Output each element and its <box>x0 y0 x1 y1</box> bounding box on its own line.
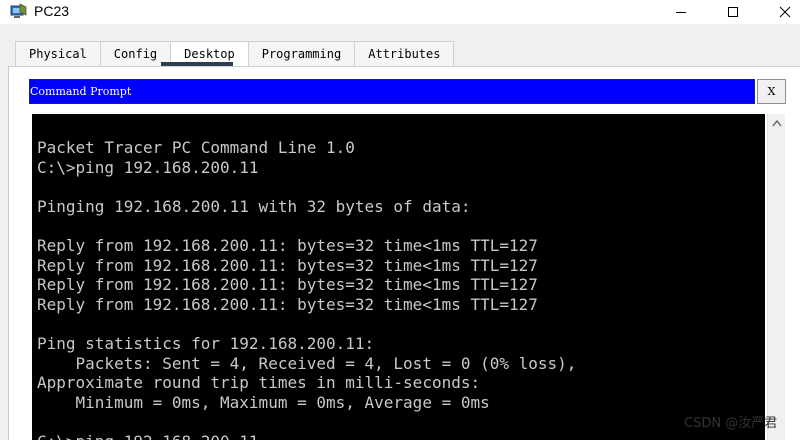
packet-tracer-pc-icon <box>10 3 27 18</box>
console-output[interactable]: Packet Tracer PC Command Line 1.0 C:\>pi… <box>32 114 765 440</box>
tab-programming[interactable]: Programming <box>248 41 356 66</box>
maximize-icon <box>728 7 738 17</box>
window-title: PC23 <box>34 3 70 19</box>
command-prompt-close-button[interactable]: X <box>757 79 786 104</box>
console-line: Reply from 192.168.200.11: bytes=32 time… <box>37 255 538 275</box>
console-line: Reply from 192.168.200.11: bytes=32 time… <box>37 235 538 255</box>
console-scrollbar[interactable] <box>767 114 785 440</box>
tab-attributes[interactable]: Attributes <box>355 41 455 66</box>
console-line: Packets: Sent = 4, Received = 4, Lost = … <box>37 353 577 373</box>
command-prompt-title: Command Prompt <box>30 85 132 98</box>
console-line: Minimum = 0ms, Maximum = 0ms, Average = … <box>37 392 490 412</box>
console-line: Ping statistics for 192.168.200.11: <box>37 333 375 353</box>
console-line: Reply from 192.168.200.11: bytes=32 time… <box>37 294 538 314</box>
console-line: Reply from 192.168.200.11: bytes=32 time… <box>37 275 538 295</box>
console-line: Pinging 192.168.200.11 with 32 bytes of … <box>37 196 471 216</box>
tab-bar: Physical Config Desktop Programming Attr… <box>15 41 455 66</box>
minimize-icon <box>676 12 686 13</box>
tab-physical[interactable]: Physical <box>15 41 101 66</box>
command-prompt-header: Command Prompt <box>29 79 755 104</box>
maximize-button[interactable] <box>710 0 756 24</box>
minimize-button[interactable] <box>658 0 704 24</box>
close-icon <box>779 6 791 18</box>
window-close-button[interactable] <box>762 0 800 24</box>
watermark: CSDN @汝严君 <box>684 416 778 431</box>
console-line: Packet Tracer PC Command Line 1.0 <box>37 138 355 157</box>
scroll-up-arrow-icon[interactable] <box>772 119 782 127</box>
console-line: Approximate round trip times in milli-se… <box>37 373 481 393</box>
title-bar: PC23 <box>0 0 800 24</box>
left-panel-edge <box>0 66 9 440</box>
console-line: C:\>ping 192.168.200.11 <box>37 157 259 177</box>
console-lines: Packet Tracer PC Command Line 1.0 C:\>pi… <box>37 138 576 440</box>
console-line: C:\>ping 192.168.200.11 <box>37 432 576 440</box>
